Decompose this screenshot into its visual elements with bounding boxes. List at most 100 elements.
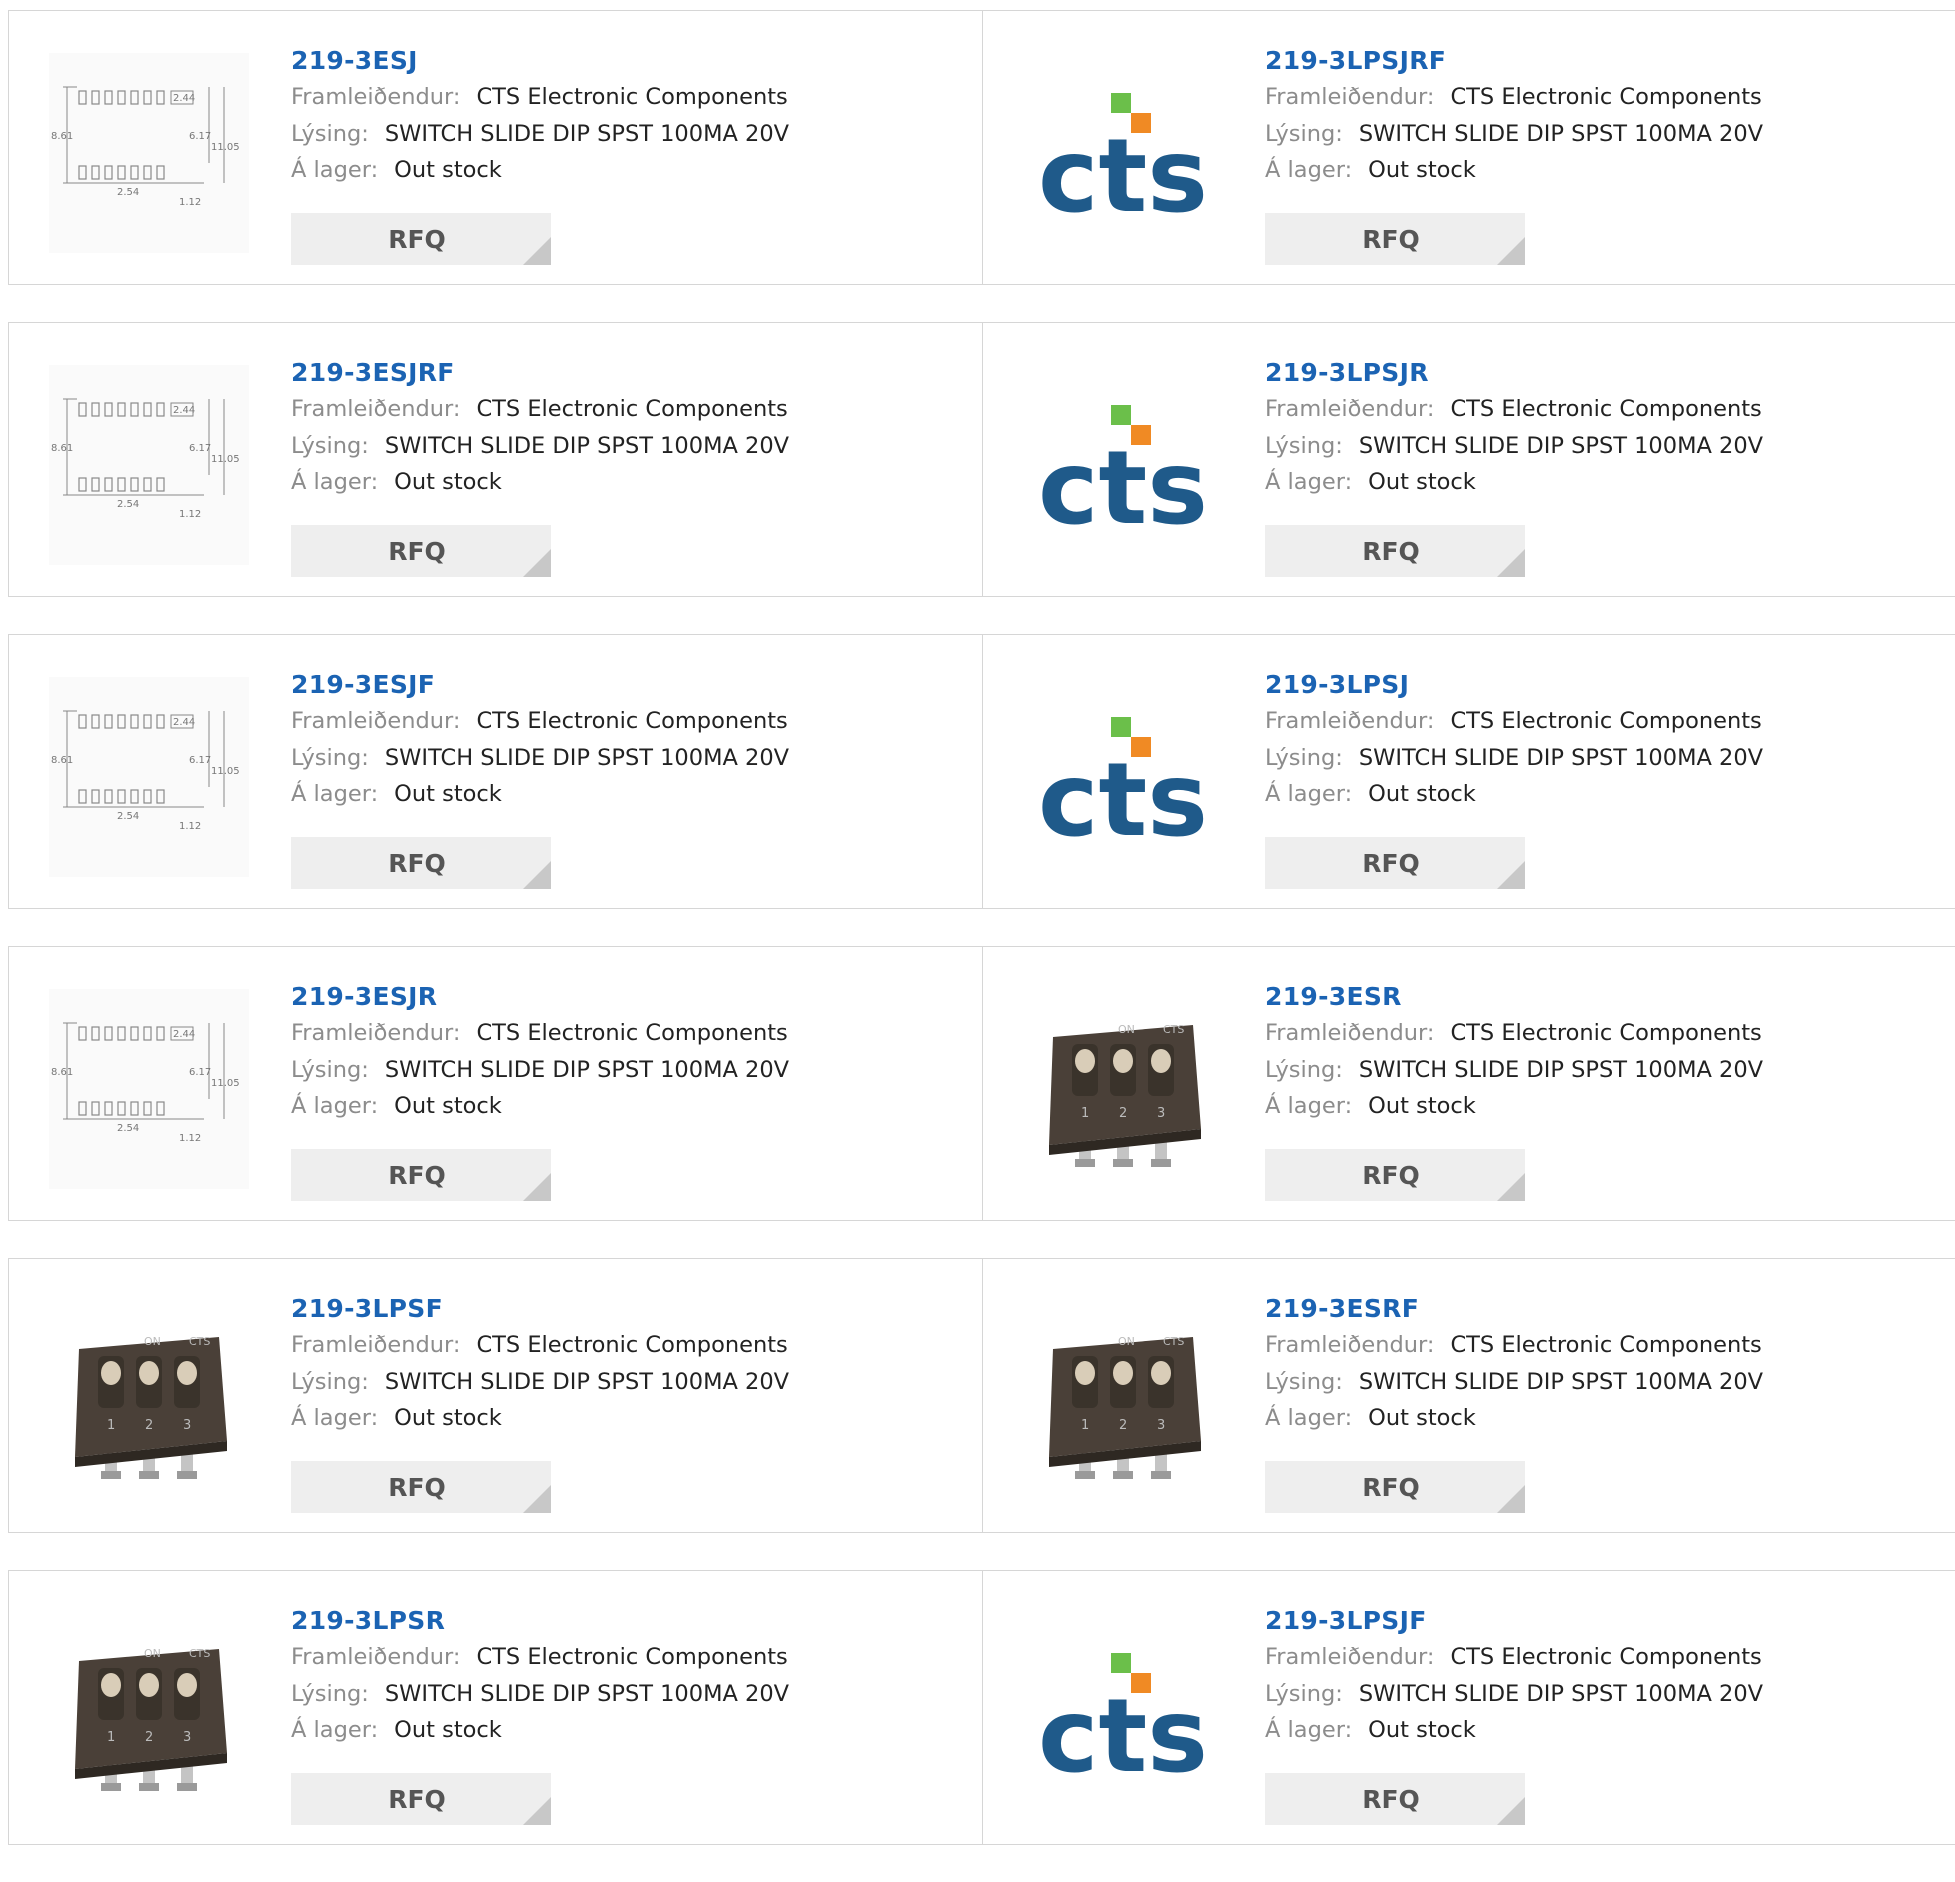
svg-text:1.12: 1.12 bbox=[179, 1133, 201, 1144]
rfq-label: RFQ bbox=[388, 1472, 446, 1502]
stock-row: Á lager: Out stock bbox=[1265, 464, 1763, 501]
product-thumbnail[interactable]: 2.44 8.61 6.17 11.05 2.54 1.12 bbox=[49, 989, 249, 1189]
rfq-corner-decoration bbox=[523, 861, 551, 889]
rfq-label: RFQ bbox=[1362, 224, 1420, 254]
rfq-button[interactable]: RFQ bbox=[291, 837, 551, 889]
dip-switch-photo-icon: ON CTS 1 2 3 bbox=[75, 1335, 227, 1479]
cts-logo-icon: cts bbox=[1038, 717, 1208, 860]
stock-value: Out stock bbox=[394, 469, 502, 495]
stock-value: Out stock bbox=[394, 1093, 502, 1119]
dimension-drawing-icon: 2.44 8.61 6.17 11.05 2.54 1.12 bbox=[49, 677, 249, 877]
manufacturer-row: Framleiðendur: CTS Electronic Components bbox=[291, 391, 789, 428]
part-number-link[interactable]: 219-3ESJRF bbox=[291, 355, 789, 391]
svg-text:3: 3 bbox=[1157, 1106, 1165, 1121]
product-thumbnail[interactable]: ON CTS 1 2 3 bbox=[49, 1613, 249, 1813]
rfq-button[interactable]: RFQ bbox=[291, 1461, 551, 1513]
part-number-link[interactable]: 219-3ESJF bbox=[291, 667, 789, 703]
product-thumbnail[interactable]: cts bbox=[1023, 53, 1223, 253]
description-value: SWITCH SLIDE DIP SPST 100MA 20V bbox=[384, 1680, 790, 1707]
part-number-link[interactable]: 219-3LPSR bbox=[291, 1603, 789, 1639]
product-thumbnail[interactable]: ON CTS 1 2 3 bbox=[1023, 989, 1223, 1189]
description-row: Lýsing: SWITCH SLIDE DIP SPST 100MA 20V bbox=[291, 1364, 789, 1401]
product-thumbnail[interactable]: ON CTS 1 2 3 bbox=[49, 1301, 249, 1501]
product-card: ON CTS 1 2 3 219-3ESR Framleiðendur: CTS … bbox=[982, 947, 1955, 1220]
manufacturer-row: Framleiðendur: CTS Electronic Components bbox=[1265, 1639, 1763, 1676]
rfq-label: RFQ bbox=[388, 848, 446, 878]
description-label: Lýsing: bbox=[1265, 1680, 1343, 1707]
rfq-button[interactable]: RFQ bbox=[291, 1773, 551, 1825]
rfq-label: RFQ bbox=[1362, 1784, 1420, 1814]
manufacturer-label: Framleiðendur: bbox=[291, 84, 461, 110]
part-number-link[interactable]: 219-3ESRF bbox=[1265, 1291, 1763, 1327]
description-label: Lýsing: bbox=[291, 432, 369, 459]
description-label: Lýsing: bbox=[1265, 1056, 1343, 1083]
svg-text:3: 3 bbox=[183, 1730, 191, 1745]
cts-logo-icon: cts bbox=[1038, 1653, 1208, 1796]
manufacturer-label: Framleiðendur: bbox=[291, 708, 461, 734]
rfq-button[interactable]: RFQ bbox=[291, 213, 551, 265]
manufacturer-label: Framleiðendur: bbox=[291, 1644, 461, 1670]
part-number-link[interactable]: 219-3LPSJRF bbox=[1265, 43, 1763, 79]
rfq-button[interactable]: RFQ bbox=[1265, 1461, 1525, 1513]
product-row: ON CTS 1 2 3 219-3LPSR Framleiðendur: CTS… bbox=[8, 1570, 1955, 1845]
part-number-link[interactable]: 219-3LPSJ bbox=[1265, 667, 1763, 703]
svg-text:11.05: 11.05 bbox=[211, 766, 240, 777]
manufacturer-label: Framleiðendur: bbox=[1265, 1020, 1435, 1046]
description-label: Lýsing: bbox=[1265, 120, 1343, 147]
svg-text:cts: cts bbox=[1038, 1677, 1208, 1796]
part-number-link[interactable]: 219-3LPSJF bbox=[1265, 1603, 1763, 1639]
description-row: Lýsing: SWITCH SLIDE DIP SPST 100MA 20V bbox=[291, 1676, 789, 1713]
svg-text:2: 2 bbox=[145, 1418, 153, 1433]
part-number-link[interactable]: 219-3ESJR bbox=[291, 979, 789, 1015]
rfq-corner-decoration bbox=[523, 1173, 551, 1201]
rfq-button[interactable]: RFQ bbox=[1265, 213, 1525, 265]
rfq-button[interactable]: RFQ bbox=[291, 525, 551, 577]
part-number-link[interactable]: 219-3ESJ bbox=[291, 43, 789, 79]
product-thumbnail[interactable]: cts bbox=[1023, 1613, 1223, 1813]
product-card: ON CTS 1 2 3 219-3ESRF Framleiðendur: CTS… bbox=[982, 1259, 1955, 1532]
product-thumbnail[interactable]: cts bbox=[1023, 677, 1223, 877]
stock-label: Á lager: bbox=[291, 781, 379, 807]
rfq-label: RFQ bbox=[388, 224, 446, 254]
manufacturer-label: Framleiðendur: bbox=[291, 396, 461, 422]
rfq-corner-decoration bbox=[1497, 1797, 1525, 1825]
part-number-link[interactable]: 219-3ESR bbox=[1265, 979, 1763, 1015]
manufacturer-label: Framleiðendur: bbox=[1265, 396, 1435, 422]
part-number-link[interactable]: 219-3LPSF bbox=[291, 1291, 789, 1327]
rfq-button[interactable]: RFQ bbox=[1265, 525, 1525, 577]
description-row: Lýsing: SWITCH SLIDE DIP SPST 100MA 20V bbox=[1265, 116, 1763, 153]
product-thumbnail[interactable]: cts bbox=[1023, 365, 1223, 565]
stock-value: Out stock bbox=[1368, 781, 1476, 807]
manufacturer-label: Framleiðendur: bbox=[1265, 84, 1435, 110]
rfq-button[interactable]: RFQ bbox=[291, 1149, 551, 1201]
svg-text:2.44: 2.44 bbox=[173, 717, 195, 728]
description-label: Lýsing: bbox=[291, 1368, 369, 1395]
product-thumbnail[interactable]: 2.44 8.61 6.17 11.05 2.54 1.12 bbox=[49, 53, 249, 253]
product-thumbnail[interactable]: 2.44 8.61 6.17 11.05 2.54 1.12 bbox=[49, 677, 249, 877]
rfq-button[interactable]: RFQ bbox=[1265, 837, 1525, 889]
svg-text:cts: cts bbox=[1038, 741, 1208, 860]
product-info: 219-3ESRF Framleiðendur: CTS Electronic C… bbox=[1265, 1291, 1763, 1437]
rfq-button[interactable]: RFQ bbox=[1265, 1773, 1525, 1825]
stock-label: Á lager: bbox=[291, 1093, 379, 1119]
manufacturer-label: Framleiðendur: bbox=[291, 1020, 461, 1046]
product-thumbnail[interactable]: 2.44 8.61 6.17 11.05 2.54 1.12 bbox=[49, 365, 249, 565]
stock-label: Á lager: bbox=[1265, 1093, 1353, 1119]
part-number-link[interactable]: 219-3LPSJR bbox=[1265, 355, 1763, 391]
rfq-button[interactable]: RFQ bbox=[1265, 1149, 1525, 1201]
svg-text:8.61: 8.61 bbox=[51, 443, 73, 454]
product-info: 219-3LPSJR Framleiðendur: CTS Electronic … bbox=[1265, 355, 1763, 501]
manufacturer-value: CTS Electronic Components bbox=[476, 396, 788, 422]
manufacturer-value: CTS Electronic Components bbox=[476, 84, 788, 110]
description-value: SWITCH SLIDE DIP SPST 100MA 20V bbox=[1358, 1368, 1764, 1395]
manufacturer-label: Framleiðendur: bbox=[1265, 1332, 1435, 1358]
product-thumbnail[interactable]: ON CTS 1 2 3 bbox=[1023, 1301, 1223, 1501]
product-info: 219-3LPSF Framleiðendur: CTS Electronic C… bbox=[291, 1291, 789, 1437]
stock-value: Out stock bbox=[1368, 469, 1476, 495]
svg-text:2: 2 bbox=[1119, 1106, 1127, 1121]
svg-text:2.54: 2.54 bbox=[117, 1123, 139, 1134]
description-value: SWITCH SLIDE DIP SPST 100MA 20V bbox=[1358, 1680, 1764, 1707]
product-info: 219-3ESJRF Framleiðendur: CTS Electronic … bbox=[291, 355, 789, 501]
description-label: Lýsing: bbox=[1265, 1368, 1343, 1395]
svg-text:8.61: 8.61 bbox=[51, 1067, 73, 1078]
